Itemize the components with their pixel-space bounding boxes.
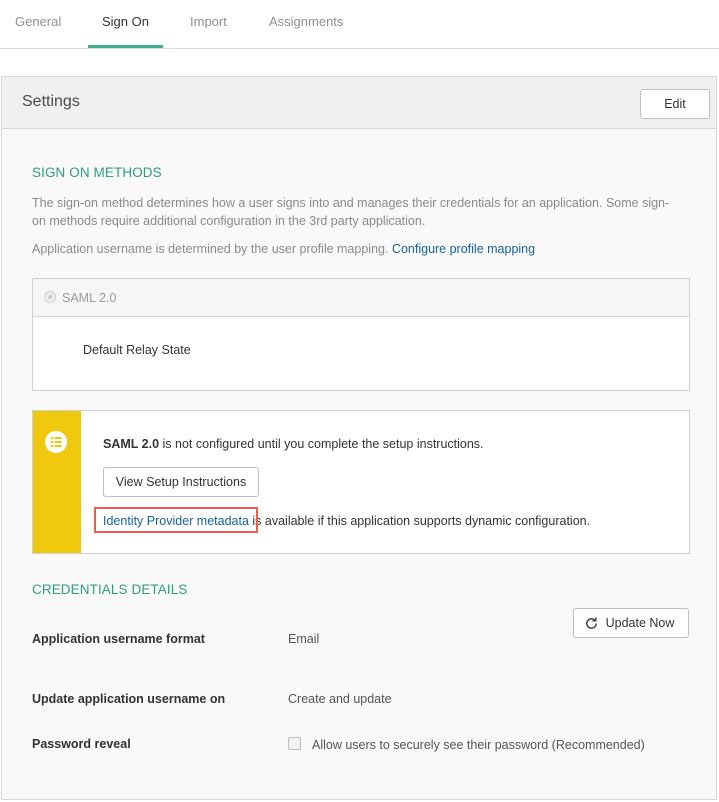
notice-message-text: is not configured until you complete the… [159,437,484,451]
view-setup-instructions-button[interactable]: View Setup Instructions [103,467,259,497]
saml-method-box: SAML 2.0 Default Relay State [32,278,690,391]
update-now-label: Update Now [605,616,675,630]
tab-assignments[interactable]: Assignments [269,14,343,29]
highlight-box [94,507,258,533]
relay-state-label: Default Relay State [83,343,191,357]
tab-general[interactable]: General [15,14,61,29]
description-line-2: on methods require additional configurat… [32,214,426,228]
password-reveal-checkbox[interactable] [288,737,301,750]
setup-notice: SAML 2.0 is not configured until you com… [32,410,690,554]
sign-on-description: The sign-on method determines how a user… [32,194,702,230]
username-mapping-text: Application username is determined by th… [32,240,535,258]
saml-label: SAML 2.0 [62,291,117,305]
update-username-label: Update application username on [32,692,226,706]
update-username-value: Create and update [288,692,392,706]
active-tab-indicator [88,45,163,48]
credentials-details-title: CREDENTIALS DETAILS [32,582,188,597]
tab-bar: General Sign On Import Assignments [0,0,719,49]
description-line-1: The sign-on method determines how a user… [32,196,670,210]
username-format-label: Application username format [32,632,205,646]
saml-radio-button[interactable] [44,291,56,303]
sign-on-methods-title: SIGN ON METHODS [32,165,162,180]
update-now-button[interactable]: Update Now [573,608,689,638]
list-icon [45,431,67,453]
password-reveal-label: Password reveal [32,737,131,751]
configure-profile-mapping-link[interactable]: Configure profile mapping [392,242,535,256]
tab-import[interactable]: Import [190,14,227,29]
edit-button[interactable]: Edit [640,89,710,119]
notice-accent-bar [33,411,81,553]
settings-title: Settings [22,93,80,110]
settings-header: Settings Edit [2,77,716,129]
notice-message: SAML 2.0 is not configured until you com… [103,435,484,453]
tab-sign-on[interactable]: Sign On [102,14,149,29]
metadata-suffix: is available if this application support… [248,514,591,528]
username-mapping-label: Application username is determined by th… [32,242,389,256]
password-reveal-option: Allow users to securely see their passwo… [312,738,645,752]
notice-saml-bold: SAML 2.0 [103,437,160,451]
saml-method-header: SAML 2.0 [33,279,689,317]
refresh-icon [586,617,597,629]
username-format-value: Email [288,632,320,646]
